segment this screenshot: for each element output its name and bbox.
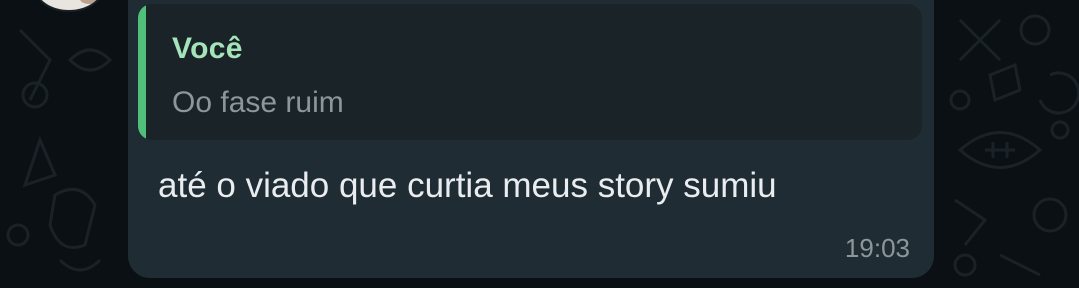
message-bubble[interactable]: Você Oo fase ruim até o viado que curtia… [128,0,934,278]
quote-author: Você [172,32,243,65]
reply-quote[interactable]: Você Oo fase ruim [138,4,922,140]
quote-accent-bar [138,4,146,140]
message-text: até o viado que curtia meus story sumiu [158,166,777,205]
quote-text: Oo fase ruim [172,86,344,119]
message-time: 19:03 [844,233,910,263]
